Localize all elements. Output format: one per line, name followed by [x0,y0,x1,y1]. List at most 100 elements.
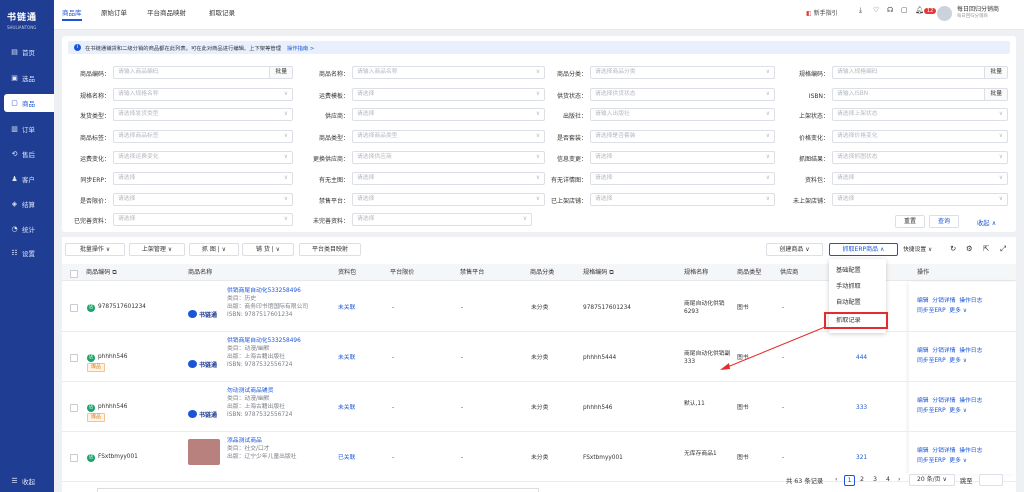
sidebar-item-settings[interactable]: ☷ 设置 [0,244,54,262]
next-page-icon[interactable]: › [898,476,901,483]
filter-input[interactable]: 请选择商品类型 ∨ [352,130,545,143]
operation-log-link[interactable]: 操作日志 [959,348,982,354]
platform-category-mapping-button[interactable]: 平台类目映射 [299,243,361,256]
filter-input[interactable]: 请选择 ∨ [113,172,293,185]
sidebar-collapse-button[interactable]: ☰ 收起 [0,472,54,490]
filter-input[interactable]: 请选择 ∨ [590,172,775,185]
filter-input[interactable]: 请选择供货状态 ∨ [590,88,775,101]
sync-erp-link[interactable]: 同步至ERP [917,308,946,314]
sidebar-item-selection[interactable]: ▣ 选品 [0,69,54,87]
sidebar-item-aftersale[interactable]: ⟲ 售后 [0,145,54,163]
filter-input[interactable]: 请输入出版社 ∨ [590,108,775,121]
product-name-link[interactable]: 勿动测试商品铺货 [227,387,327,395]
gear-icon[interactable]: ⚙ [966,245,973,253]
filter-input[interactable]: 请选择供应商 ∨ [352,151,545,164]
quick-settings-button[interactable]: 快捷设置 ∨ [903,246,932,254]
sync-erp-link[interactable]: 同步至ERP [917,408,946,414]
filter-input[interactable]: 请选择 ∨ [590,193,775,206]
filter-input[interactable]: 请输入商品名称 ∨ [352,66,545,79]
notice-icon[interactable]: ▢ [901,6,908,14]
sync-erp-link[interactable]: 同步至ERP [917,458,946,464]
distribution-detail-link[interactable]: 分销详情 [932,298,955,304]
info-pack-link[interactable]: 未关联 [338,354,355,362]
info-pack-link[interactable]: 已关联 [338,454,355,462]
filter-input[interactable]: 请选择 ∨ [352,193,545,206]
stock-link[interactable]: 444 [856,354,867,362]
menu-manual-grab[interactable]: 手动抓取 [829,280,886,293]
tab-product-library[interactable]: 商品库 [62,7,82,21]
more-menu[interactable]: 更多 ∨ [949,358,967,364]
stock-link[interactable]: 333 [856,404,867,412]
goto-page-input[interactable] [979,474,1003,486]
distribution-detail-link[interactable]: 分销详情 [932,348,955,354]
grab-image-button[interactable]: 抓 图 | ∨ [189,243,239,256]
bulk-button[interactable]: 批量 [984,67,1007,78]
row-checkbox[interactable] [70,404,78,412]
row-checkbox[interactable] [70,454,78,462]
edit-link[interactable]: 编辑 [917,398,929,404]
page-2[interactable]: 2 [860,476,864,483]
avatar[interactable] [937,6,952,21]
sync-erp-link[interactable]: 同步至ERP [917,358,946,364]
menu-auto-config[interactable]: 自动配置 [829,296,886,309]
more-menu[interactable]: 更多 ∨ [949,308,967,314]
filter-input[interactable]: 请选择价格变化 ∨ [832,130,1008,143]
sidebar-item-products[interactable]: ▢ 商品 [4,94,54,112]
stock-link[interactable]: 321 [856,454,867,462]
collapse-filters-link[interactable]: 收起 ∧ [977,218,996,227]
copy-icon[interactable]: ⧉ [609,269,613,276]
info-pack-link[interactable]: 未关联 [338,304,355,312]
filter-input[interactable]: 请选择是否套装 ∨ [590,130,775,143]
copy-icon[interactable]: ⧉ [112,269,116,276]
distribution-detail-link[interactable]: 分销详情 [932,398,955,404]
reset-button[interactable]: 重置 [895,215,925,228]
sidebar-item-orders[interactable]: ▥ 订单 [0,120,54,138]
tab-platform-mapping[interactable]: 平台商品映射 [147,7,186,17]
sidebar-item-home[interactable]: ▤ 首页 [0,43,54,61]
bell-icon[interactable]: 🔔︎ 12 [915,6,937,14]
batch-operation-button[interactable]: 批量操作 ∨ [65,243,125,256]
edit-link[interactable]: 编辑 [917,448,929,454]
filter-input[interactable]: 请选择 ∨ [832,193,1008,206]
page-size-select[interactable]: 20 条/页 ∨ [909,474,955,486]
refresh-icon[interactable]: ↻ [950,245,956,253]
filter-input[interactable]: 请选择商品标签 ∨ [113,130,293,143]
guide-link[interactable]: ◧ 新手指引 [806,8,838,17]
filter-input[interactable]: 请输入规格编码 批量 [832,66,1008,79]
headset-icon[interactable]: ☊ [887,6,893,14]
product-name-link[interactable]: 添品测试商品 [227,437,327,445]
distribute-button[interactable]: 铺 货 | ∨ [242,243,294,256]
sidebar-item-settlement[interactable]: ◈ 结算 [0,195,54,213]
grab-erp-product-button[interactable]: 抓取ERP商品 ∧ [829,243,898,256]
tab-raw-orders[interactable]: 原始订单 [101,7,127,17]
row-checkbox[interactable] [70,304,78,312]
filter-input[interactable]: 请选择运费变化 ∨ [113,151,293,164]
guide-link[interactable]: 操作指南 > [287,44,314,52]
filter-input[interactable]: 请选择 ∨ [113,193,293,206]
filter-input[interactable]: 请选择 ∨ [352,108,545,121]
filter-input[interactable]: 请选择发货类型 ∨ [113,108,293,121]
user-name[interactable]: 每日回归分销商 每日回归分销商 [957,4,999,19]
filter-input[interactable]: 请选择 ∨ [832,172,1008,185]
operation-log-link[interactable]: 操作日志 [959,448,982,454]
page-4[interactable]: 4 [886,476,890,483]
filter-input[interactable]: 请选择商品分类 ∨ [590,66,775,79]
filter-input[interactable]: 请输入商品编码 批量 [113,66,293,79]
edit-link[interactable]: 编辑 [917,298,929,304]
row-checkbox[interactable] [70,354,78,362]
more-menu[interactable]: 更多 ∨ [949,458,967,464]
tab-grab-records[interactable]: 抓取记录 [209,7,235,17]
distribution-detail-link[interactable]: 分销详情 [932,448,955,454]
product-name-link[interactable]: 供销商尾自动化533258496 [227,337,327,345]
info-pack-link[interactable]: 未关联 [338,404,355,412]
filter-input[interactable]: 请选择 ∨ [113,213,293,226]
create-product-button[interactable]: 创建商品 ∨ [766,243,823,256]
filter-input[interactable]: 请选择上架状态 ∨ [832,108,1008,121]
filter-input[interactable]: 请输入规格名称 ∨ [113,88,293,101]
more-menu[interactable]: 更多 ∨ [949,408,967,414]
operation-log-link[interactable]: 操作日志 [959,298,982,304]
sidebar-item-statistics[interactable]: ◔ 统计 [0,220,54,238]
download-icon[interactable]: ⤓ [859,6,862,15]
page-3[interactable]: 3 [873,476,877,483]
filter-input[interactable]: 请输入ISBN 批量 [832,88,1008,101]
